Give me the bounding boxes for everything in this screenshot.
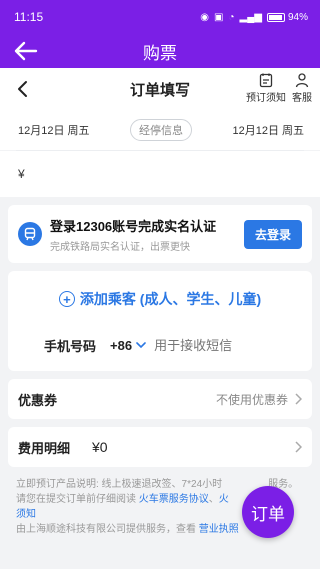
app-bar-title: 购票 [143, 43, 177, 63]
plus-circle-icon: + [58, 291, 75, 307]
chevron-left-icon[interactable] [16, 80, 30, 98]
signal-icon: ▂▄▆ [239, 11, 262, 23]
phone-input[interactable] [154, 337, 275, 353]
coupon-value: 不使用优惠券 [215, 392, 288, 407]
booking-notice-button[interactable]: 预订须知 [246, 72, 286, 104]
order-header: 订单填写 预订须知 客服 [0, 68, 320, 110]
chevron-down-icon [136, 342, 146, 349]
notice-line2: 请您在提交订单前仔细阅读 [16, 494, 136, 505]
country-code-select[interactable]: +86 [110, 338, 146, 353]
login-card: 登录12306账号完成实名认证 完成铁路局实名认证，出票更快 去登录 [8, 205, 312, 263]
notice-link-2[interactable]: 火 [219, 494, 229, 505]
battery-icon: 94% [266, 11, 308, 23]
train-icon [18, 222, 42, 246]
eye-icon: ◉ [200, 11, 210, 23]
fee-row[interactable]: 费用明细 ¥0 [8, 427, 312, 467]
notice-doc-icon [259, 73, 273, 88]
add-passenger-button[interactable]: + 添加乘客 (成人、学生、儿童) [8, 271, 312, 327]
customer-service-label: 客服 [292, 93, 312, 104]
silent-icon: ▣ [214, 11, 224, 23]
fee-label: 费用明细 [18, 440, 71, 456]
phone-label: 手机号码 [44, 338, 97, 354]
fee-value: ¥0 [92, 439, 108, 455]
booking-notice-label: 预订须知 [246, 93, 286, 104]
login-title: 登录12306账号完成实名认证 [50, 218, 217, 234]
depart-date: 12月12日 周五 [18, 125, 90, 137]
coupon-row[interactable]: 优惠券 不使用优惠券 [8, 379, 312, 419]
passenger-card: + 添加乘客 (成人、学生、儿童) 手机号码 +86 [8, 271, 312, 371]
notice-line1: 立即预订产品说明: 线上极速退改签、7*24小时 [16, 479, 223, 490]
stop-info-button[interactable]: 经停信息 [130, 119, 192, 141]
add-passenger-label: 添加乘客 (成人、学生、儿童) [79, 291, 262, 307]
price-row: ¥ [0, 151, 320, 197]
ticket-price: ¥ [18, 167, 25, 181]
service-agreement-link[interactable]: 火车票服务协议 [139, 494, 209, 505]
customer-service-button[interactable]: 客服 [292, 72, 312, 104]
trip-dates: 12月12日 周五 经停信息 12月12日 周五 [0, 110, 320, 150]
country-code: +86 [110, 337, 133, 353]
coupon-label: 优惠券 [18, 392, 58, 408]
battery-level: 94% [287, 11, 308, 23]
business-license-link[interactable]: 营业执照 [199, 524, 239, 535]
notice-separator: 、 [208, 494, 219, 505]
go-login-button[interactable]: 去登录 [243, 219, 302, 249]
chevron-right-icon [295, 393, 302, 405]
customer-service-icon [295, 73, 309, 88]
status-icons: ◉ ▣ ◔ ▂▄▆ 94% [200, 12, 308, 23]
login-subtitle: 完成铁路局实名认证，出票更快 [50, 241, 190, 253]
back-arrow-icon[interactable] [12, 39, 38, 63]
order-title: 订单填写 [129, 81, 190, 99]
status-time: 11:15 [14, 10, 44, 24]
orders-fab-button[interactable]: 订单 [242, 486, 294, 538]
phone-row: 手机号码 +86 [8, 327, 312, 363]
app-bar: 购票 [0, 34, 320, 68]
notice-link-3[interactable]: 须知 [16, 509, 36, 520]
notice-line3: 由上海顺途科技有限公司提供服务，查看 [16, 524, 196, 535]
status-bar: 11:15 ◉ ▣ ◔ ▂▄▆ 94% [0, 0, 320, 34]
arrive-date: 12月12日 周五 [232, 125, 304, 137]
wifi-icon: ◔ [228, 11, 235, 23]
chevron-right-icon [295, 441, 302, 453]
